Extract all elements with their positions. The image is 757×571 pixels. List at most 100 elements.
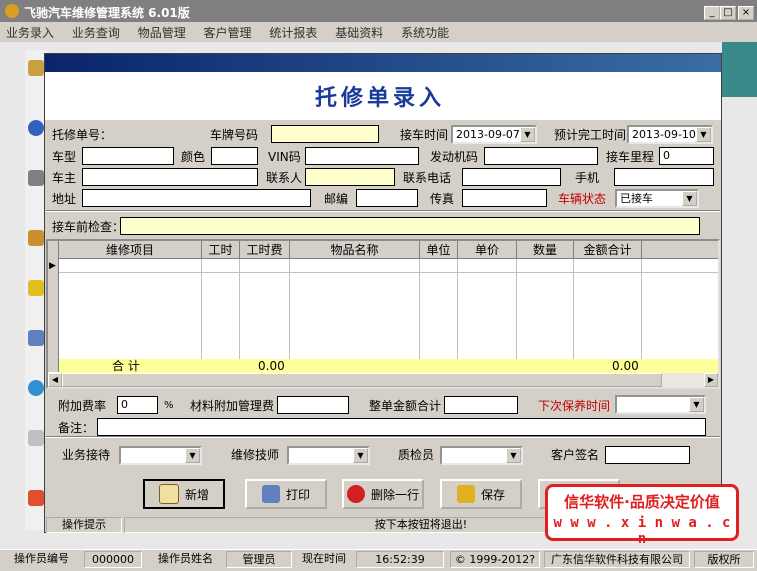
company-name: 广东信华软件科技有限公司 <box>544 551 690 568</box>
scroll-left-arrow[interactable]: ◀ <box>48 373 62 387</box>
grid-col-line <box>641 259 642 359</box>
total-label: 合 计 <box>112 359 140 373</box>
divider <box>46 436 720 438</box>
menu-base-data[interactable]: 基础资料 <box>335 26 383 40</box>
menu-system[interactable]: 系统功能 <box>401 26 449 40</box>
surcharge-input[interactable]: 0 <box>117 396 158 414</box>
receptionist-label: 业务接待 <box>62 448 111 462</box>
model-input[interactable] <box>82 147 174 165</box>
grid-col-line <box>239 259 240 359</box>
divider <box>46 210 720 212</box>
color-input[interactable] <box>211 147 258 165</box>
fax-label: 传真 <box>430 192 455 206</box>
chevron-down-icon[interactable]: ▼ <box>696 127 711 142</box>
engine-input[interactable] <box>484 147 598 165</box>
scroll-thumb[interactable] <box>62 373 662 387</box>
watermark-line2: w w w . x i n w a . c n <box>553 515 731 547</box>
signature-input[interactable] <box>605 446 690 464</box>
finish-date-picker[interactable]: 2013-09-10 ▼ <box>627 125 713 144</box>
col-header-item-name[interactable]: 物品名称 <box>290 241 420 259</box>
grid-first-row[interactable] <box>59 259 718 273</box>
toolbar-icon[interactable] <box>28 280 44 296</box>
maximize-button[interactable]: □ <box>720 6 736 20</box>
mileage-input[interactable]: 0 <box>659 147 714 165</box>
mileage-label: 接车里程 <box>606 150 655 164</box>
watermark-stamp: 信华软件·品质决定价值 w w w . x i n w a . c n <box>545 484 739 547</box>
toolbar-icon[interactable] <box>28 430 44 446</box>
toolbar-icon[interactable] <box>28 120 44 136</box>
chevron-down-icon[interactable]: ▼ <box>682 191 697 206</box>
right-teal-panel <box>722 42 757 97</box>
labor-total: 0.00 <box>258 359 285 373</box>
material-fee-input[interactable] <box>277 396 349 414</box>
toolbar-icon[interactable] <box>28 380 44 396</box>
title-bar: 飞驰汽车维修管理系统 6.01版 _ □ × <box>0 0 757 22</box>
menu-reports[interactable]: 统计报表 <box>269 26 317 40</box>
chevron-down-icon[interactable]: ▼ <box>506 448 521 463</box>
delete-row-button[interactable]: 删除一行 <box>342 479 424 509</box>
toolbar-icon[interactable] <box>28 330 44 346</box>
toolbar-icon[interactable] <box>28 170 44 186</box>
toolbar-icon[interactable] <box>28 60 44 76</box>
row-pointer-icon: ▶ <box>49 261 56 271</box>
chevron-down-icon[interactable]: ▼ <box>353 448 368 463</box>
add-button[interactable]: 新增 <box>143 479 225 509</box>
technician-select[interactable]: ▼ <box>287 446 370 465</box>
owner-input[interactable] <box>82 168 258 186</box>
vehicle-status-value: 已接车 <box>620 192 653 205</box>
col-header-hours[interactable]: 工时 <box>202 241 240 259</box>
save-button[interactable]: 保存 <box>440 479 522 509</box>
app-icon <box>5 4 19 18</box>
grid-col-line <box>289 259 290 359</box>
save-icon <box>456 485 475 503</box>
receptionist-select[interactable]: ▼ <box>119 446 202 465</box>
mobile-input[interactable] <box>614 168 714 186</box>
minimize-button[interactable]: _ <box>704 6 720 20</box>
scroll-right-arrow[interactable]: ▶ <box>704 373 718 387</box>
col-header-unit[interactable]: 单位 <box>420 241 458 259</box>
order-no-label: 托修单号： <box>52 128 113 142</box>
col-header-amount[interactable]: 金额合计 <box>574 241 642 259</box>
operator-name: 管理员 <box>226 551 292 568</box>
chevron-down-icon[interactable]: ▼ <box>689 397 704 412</box>
col-header-unit-price[interactable]: 单价 <box>458 241 517 259</box>
col-header-labor-fee[interactable]: 工时费 <box>240 241 290 259</box>
menu-business-query[interactable]: 业务查询 <box>72 26 120 40</box>
toolbar-icon[interactable] <box>28 230 44 246</box>
menu-item-management[interactable]: 物品管理 <box>138 26 186 40</box>
address-input[interactable] <box>82 189 311 207</box>
vehicle-status-select[interactable]: 已接车 ▼ <box>615 189 699 208</box>
grid-col-line <box>457 259 458 359</box>
col-header-quantity[interactable]: 数量 <box>517 241 574 259</box>
recv-date-picker[interactable]: 2013-09-07 ▼ <box>451 125 537 144</box>
plate-label: 车牌号码 <box>210 128 259 142</box>
col-header-repair-item[interactable]: 维修项目 <box>59 241 202 259</box>
menu-business-entry[interactable]: 业务录入 <box>6 26 54 40</box>
next-maint-picker[interactable]: ▼ <box>615 395 706 414</box>
grid-hscrollbar[interactable]: ◀ ▶ <box>48 373 718 387</box>
chevron-down-icon[interactable]: ▼ <box>185 448 200 463</box>
grid-col-line <box>573 259 574 359</box>
precheck-input[interactable] <box>120 217 700 235</box>
phone-input[interactable] <box>462 168 561 186</box>
menu-customer-management[interactable]: 客户管理 <box>204 26 252 40</box>
contact-input[interactable] <box>305 168 395 186</box>
color-label: 颜色 <box>181 150 206 164</box>
close-button[interactable]: × <box>738 6 754 20</box>
inspector-label: 质检员 <box>398 448 435 462</box>
vin-input[interactable] <box>305 147 419 165</box>
inspector-select[interactable]: ▼ <box>440 446 523 465</box>
order-total-input[interactable] <box>444 396 518 414</box>
toolbar-icon[interactable] <box>28 490 44 506</box>
finish-date-value: 2013-09-10 <box>632 128 696 141</box>
signature-label: 客户签名 <box>551 448 600 462</box>
postcode-input[interactable] <box>356 189 418 207</box>
remark-input[interactable] <box>97 418 706 436</box>
engine-label: 发动机码 <box>430 150 479 164</box>
delete-icon <box>346 485 365 503</box>
phone-label: 联系电话 <box>403 171 452 185</box>
print-button[interactable]: 打印 <box>245 479 327 509</box>
fax-input[interactable] <box>462 189 547 207</box>
plate-input[interactable] <box>271 125 379 143</box>
chevron-down-icon[interactable]: ▼ <box>520 127 535 142</box>
